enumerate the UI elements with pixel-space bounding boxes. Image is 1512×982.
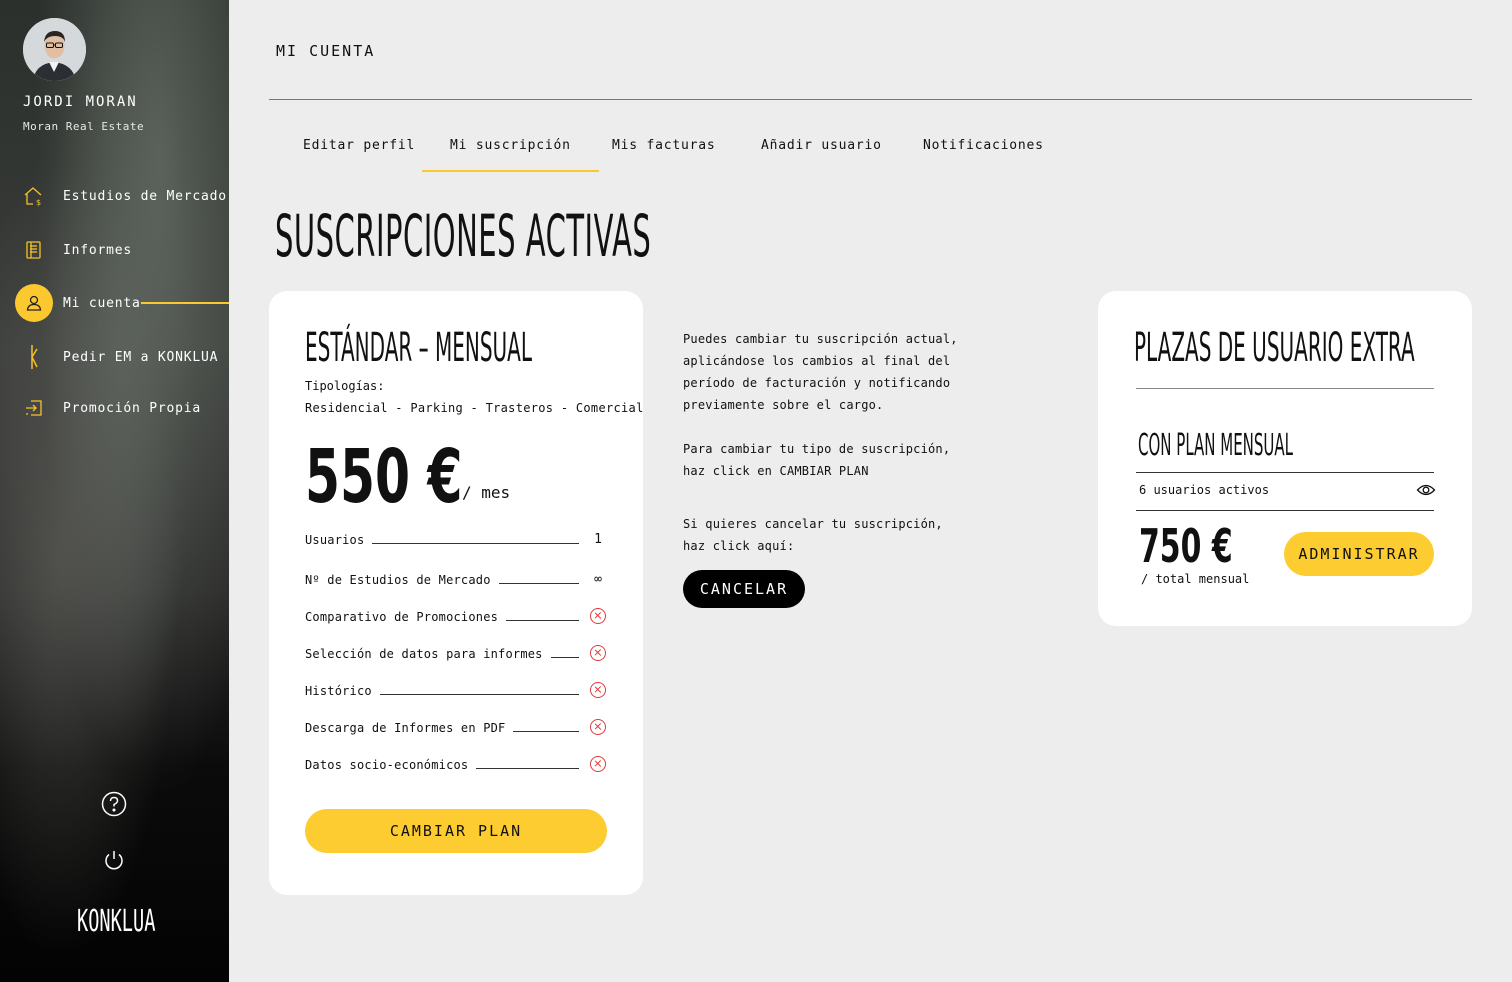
feature-value [589, 608, 607, 624]
plan-title: ESTÁNDAR – MENSUAL [305, 325, 532, 371]
x-circle-icon [590, 608, 606, 624]
divider [1136, 472, 1434, 473]
feature-row: Comparativo de Promociones [305, 604, 607, 624]
konklua-k-icon [22, 345, 46, 369]
feature-value [589, 719, 607, 735]
feature-leader-line [513, 731, 579, 732]
feature-label: Datos socio-económicos [305, 758, 469, 772]
feature-value [589, 756, 607, 772]
plan-card: ESTÁNDAR – MENSUAL Tipologías: Residenci… [269, 291, 643, 895]
sidebar: JORDI MORAN Moran Real Estate $ Estudios… [0, 0, 229, 982]
x-circle-icon [590, 645, 606, 661]
feature-leader-line [550, 657, 579, 658]
house-euro-icon: $ [22, 184, 46, 208]
feature-label: Descarga de Informes en PDF [305, 721, 506, 735]
tab-mi-suscripcion[interactable]: Mi suscripción [422, 138, 599, 172]
info-paragraph-plan: Para cambiar tu tipo de suscripción, haz… [683, 442, 951, 478]
feature-value [589, 682, 607, 698]
brand-logo: KONKLUA [77, 904, 156, 939]
user-company: Moran Real Estate [23, 120, 145, 133]
user-icon [15, 284, 53, 322]
tab-notificaciones[interactable]: Notificaciones [923, 138, 1044, 172]
cancel-button[interactable]: CANCELAR [683, 570, 805, 608]
feature-row: Nº de Estudios de Mercado ∞ [305, 567, 607, 587]
report-icon [22, 238, 46, 262]
tab-mis-facturas[interactable]: Mis facturas [612, 138, 716, 172]
sidebar-item-pedir-em[interactable]: Pedir EM a KONKLUA [0, 339, 229, 375]
sidebar-item-informes[interactable]: Informes [0, 232, 229, 268]
feature-row: Selección de datos para informes [305, 641, 607, 661]
header-divider [269, 99, 1472, 100]
change-plan-button[interactable]: CAMBIAR PLAN [305, 809, 607, 853]
login-arrow-icon [22, 396, 46, 420]
extra-price: 750 € [1139, 519, 1233, 573]
x-circle-icon [590, 719, 606, 735]
tab-anadir-usuario[interactable]: Añadir usuario [761, 138, 882, 172]
feature-leader-line [506, 620, 579, 621]
sidebar-item-label: Mi cuenta [63, 295, 141, 311]
feature-leader-line [476, 768, 579, 769]
sidebar-item-label: Pedir EM a KONKLUA [63, 349, 219, 365]
feature-row: Histórico [305, 678, 607, 698]
feature-value: ∞ [594, 572, 602, 587]
feature-leader-line [498, 583, 579, 584]
user-name: JORDI MORAN [23, 94, 138, 110]
x-circle-icon [590, 682, 606, 698]
feature-label: Histórico [305, 684, 372, 698]
feature-label: Usuarios [305, 533, 365, 547]
feature-label: Nº de Estudios de Mercado [305, 573, 491, 587]
active-indicator [141, 302, 229, 304]
feature-value [589, 645, 607, 661]
typologies-label: Tipologías: [305, 379, 385, 393]
extra-price-unit: / total mensual [1141, 572, 1250, 586]
administrar-button[interactable]: ADMINISTRAR [1284, 532, 1434, 576]
svg-text:$: $ [36, 198, 41, 207]
extra-seats-card: PLAZAS DE USUARIO EXTRA CON PLAN MENSUAL… [1098, 291, 1472, 626]
feature-leader-line [379, 694, 579, 695]
divider [1136, 388, 1434, 389]
sidebar-item-estudios-de-mercado[interactable]: $ Estudios de Mercado [0, 178, 229, 214]
info-paragraph-change: Puedes cambiar tu suscripción actual, ap… [683, 332, 958, 412]
sidebar-item-mi-cuenta[interactable]: Mi cuenta [0, 284, 229, 322]
divider [1136, 510, 1434, 511]
feature-row: Descarga de Informes en PDF [305, 715, 607, 735]
feature-label: Selección de datos para informes [305, 647, 543, 661]
extra-title: PLAZAS DE USUARIO EXTRA [1134, 325, 1415, 371]
plan-price: 550 € [305, 434, 463, 520]
avatar[interactable] [23, 18, 86, 81]
tab-editar-perfil[interactable]: Editar perfil [303, 138, 415, 172]
typologies-values: Residencial - Parking - Trasteros - Come… [305, 401, 644, 415]
info-paragraph-cancel: Si quieres cancelar tu suscripción, haz … [683, 517, 943, 553]
page-title: MI CUENTA [276, 42, 376, 60]
sidebar-item-promocion-propia[interactable]: Promoción Propia [0, 390, 229, 426]
help-icon[interactable] [101, 791, 127, 817]
feature-row: Datos socio-económicos [305, 752, 607, 772]
feature-label: Comparativo de Promociones [305, 610, 499, 624]
power-icon[interactable] [101, 847, 127, 873]
sidebar-item-label: Estudios de Mercado [63, 188, 227, 204]
feature-leader-line [372, 543, 579, 544]
sidebar-item-label: Informes [63, 242, 133, 258]
feature-value: 1 [594, 532, 602, 547]
plan-price-unit: / mes [462, 483, 511, 502]
eye-icon[interactable] [1416, 482, 1436, 498]
users-active-count: 6 usuarios activos [1139, 483, 1270, 497]
feature-row: Usuarios 1 [305, 527, 607, 547]
extra-subtitle: CON PLAN MENSUAL [1138, 428, 1294, 463]
sidebar-item-label: Promoción Propia [63, 400, 202, 416]
section-heading: SUSCRIPCIONES ACTIVAS [275, 202, 652, 270]
x-circle-icon [590, 756, 606, 772]
